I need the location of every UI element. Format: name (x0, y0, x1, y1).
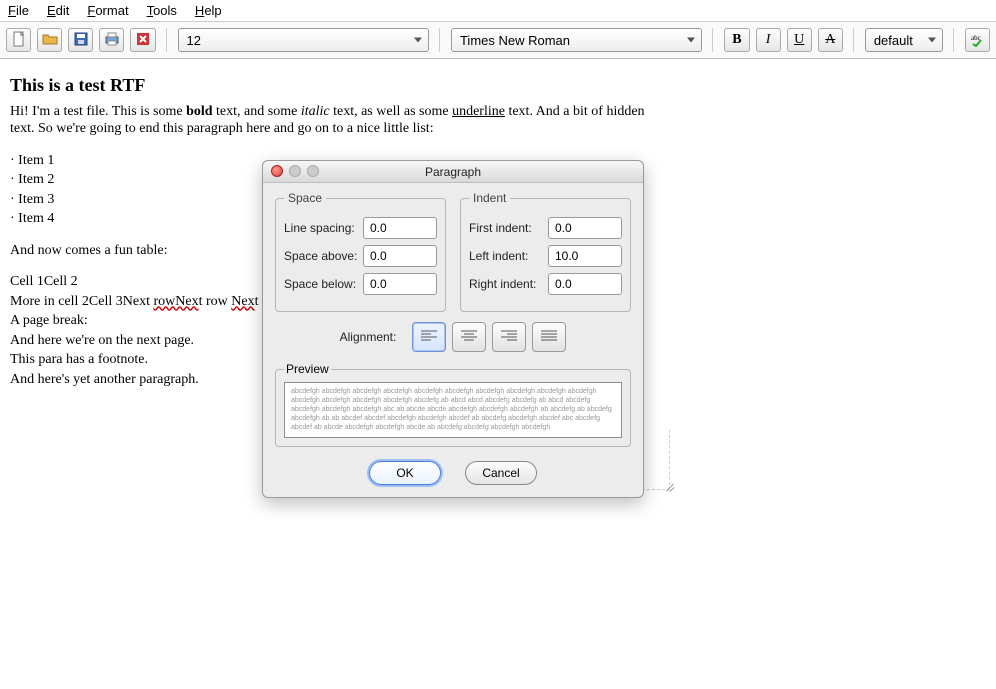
space-below-input[interactable] (363, 273, 437, 295)
bold-button[interactable]: B (724, 28, 749, 52)
separator (439, 28, 441, 52)
right-indent-label: Right indent: (469, 277, 536, 291)
menu-file[interactable]: File (8, 3, 29, 18)
align-center-button[interactable] (452, 322, 486, 352)
save-button[interactable] (68, 28, 93, 52)
font-family-value: Times New Roman (460, 33, 570, 48)
close-button[interactable] (130, 28, 155, 52)
style-combo[interactable]: default (865, 28, 943, 52)
space-group: Space Line spacing: Space above: Space b… (275, 191, 446, 312)
first-indent-input[interactable] (548, 217, 622, 239)
style-value: default (874, 33, 913, 48)
menu-help[interactable]: Help (195, 3, 222, 18)
font-family-combo[interactable]: Times New Roman (451, 28, 702, 52)
menubar: File Edit Format Tools Help (0, 0, 996, 22)
line-spacing-input[interactable] (363, 217, 437, 239)
save-icon (73, 31, 89, 50)
toolbar: 12 Times New Roman B I U A default abc (0, 22, 996, 59)
space-above-input[interactable] (363, 245, 437, 267)
print-icon (104, 31, 120, 50)
doc-paragraph: Hi! I'm a test file. This is some bold t… (10, 103, 666, 138)
open-button[interactable] (37, 28, 62, 52)
separator (853, 28, 855, 52)
preview-group: Preview abcdefgh abcdefgh abcdefgh abcde… (275, 362, 631, 447)
window-minimize-icon (289, 165, 301, 177)
preview-box: abcdefgh abcdefgh abcdefgh abcdefgh abcd… (284, 382, 622, 438)
align-left-button[interactable] (412, 322, 446, 352)
ok-button[interactable]: OK (369, 461, 441, 485)
preview-legend: Preview (284, 362, 331, 376)
line-spacing-label: Line spacing: (284, 221, 355, 235)
alignment-row: Alignment: (273, 322, 633, 352)
align-right-icon (500, 329, 518, 346)
right-indent-input[interactable] (548, 273, 622, 295)
strike-button[interactable]: A (818, 28, 843, 52)
font-size-combo[interactable]: 12 (178, 28, 429, 52)
font-size-value: 12 (187, 33, 201, 48)
align-center-icon (460, 329, 478, 346)
window-zoom-icon (307, 165, 319, 177)
align-right-button[interactable] (492, 322, 526, 352)
separator (953, 28, 955, 52)
space-legend: Space (284, 191, 326, 205)
dialog-title: Paragraph (425, 165, 481, 179)
separator (712, 28, 714, 52)
menu-tools[interactable]: Tools (147, 3, 177, 18)
paragraph-dialog: Paragraph Space Line spacing: Space abov… (262, 160, 644, 498)
italic-button[interactable]: I (756, 28, 781, 52)
alignment-label: Alignment: (340, 330, 397, 344)
spellcheck-button[interactable]: abc (965, 28, 990, 52)
folder-open-icon (42, 31, 58, 50)
cancel-button[interactable]: Cancel (465, 461, 537, 485)
dialog-titlebar[interactable]: Paragraph (263, 161, 643, 183)
align-justify-icon (540, 329, 558, 346)
separator (166, 28, 168, 52)
window-controls (271, 165, 319, 177)
spellcheck-icon: abc (970, 31, 986, 50)
print-button[interactable] (99, 28, 124, 52)
new-button[interactable] (6, 28, 31, 52)
space-above-label: Space above: (284, 249, 357, 263)
space-below-label: Space below: (284, 277, 356, 291)
left-indent-input[interactable] (548, 245, 622, 267)
first-indent-label: First indent: (469, 221, 532, 235)
close-icon (135, 31, 151, 50)
new-file-icon (11, 31, 27, 50)
menu-edit[interactable]: Edit (47, 3, 69, 18)
indent-legend: Indent (469, 191, 510, 205)
underline-button[interactable]: U (787, 28, 812, 52)
align-justify-button[interactable] (532, 322, 566, 352)
indent-group: Indent First indent: Left indent: Right … (460, 191, 631, 312)
resize-grip-icon[interactable] (663, 479, 675, 491)
left-indent-label: Left indent: (469, 249, 528, 263)
menu-format[interactable]: Format (87, 3, 128, 18)
doc-title: This is a test RTF (10, 74, 666, 97)
align-left-icon (420, 329, 438, 346)
window-close-icon[interactable] (271, 165, 283, 177)
